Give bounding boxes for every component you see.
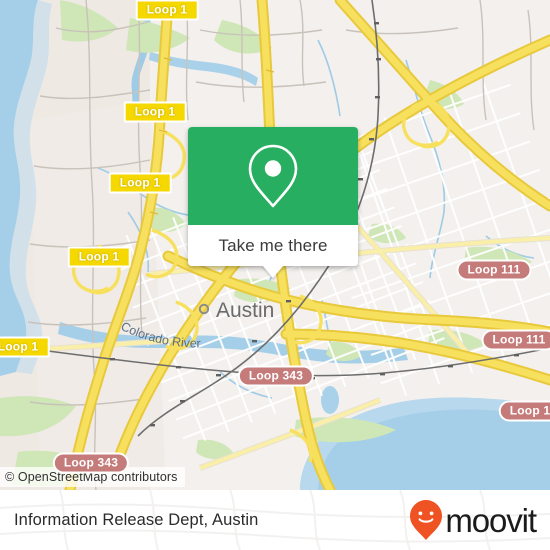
road-shield-loop-111: Loop 111 [456,259,532,281]
location-popup-card[interactable]: Take me there [188,127,358,278]
take-me-there-button[interactable]: Take me there [218,236,327,256]
water-pond-c [321,386,339,414]
road-shield-loop-111: Loop 111 [481,329,550,351]
water-pond-a [416,415,468,433]
moovit-wordmark: moovit [445,501,537,539]
road-shield-loop-1: Loop 1 [123,101,187,123]
road-shield-loop-343: Loop 343 [237,365,315,387]
popup-pointer-tail [262,265,284,278]
moovit-brand: moovit [408,490,537,550]
map-pin-icon [248,144,298,208]
water-pond-b [480,425,520,439]
city-label: Austin [216,299,274,322]
road-shield-loop-1: Loop 1 [498,400,550,422]
road-shield-loop-1: Loop 1 [135,0,199,21]
map-screenshot: Colorado River Austin Loop 1 Loop 1 Loop 1… [0,0,550,550]
footer-place-title-text: Information Release Dept, Austin [14,510,259,529]
road-shield-loop-1: Loop 1 [108,172,172,194]
popup-icon-area [188,127,358,225]
moovit-smiley-pin-icon [410,500,443,540]
road-shield-loop-343: Loop 343 [52,452,130,474]
footer-bar: Information Release Dept, Austin moovit [0,490,550,550]
road-shield-loop-1: Loop 1 [0,336,50,358]
popup-action-area[interactable]: Take me there [188,225,358,278]
footer-place-title: Information Release Dept, Austin [14,490,258,550]
road-shield-loop-1: Loop 1 [67,246,131,268]
